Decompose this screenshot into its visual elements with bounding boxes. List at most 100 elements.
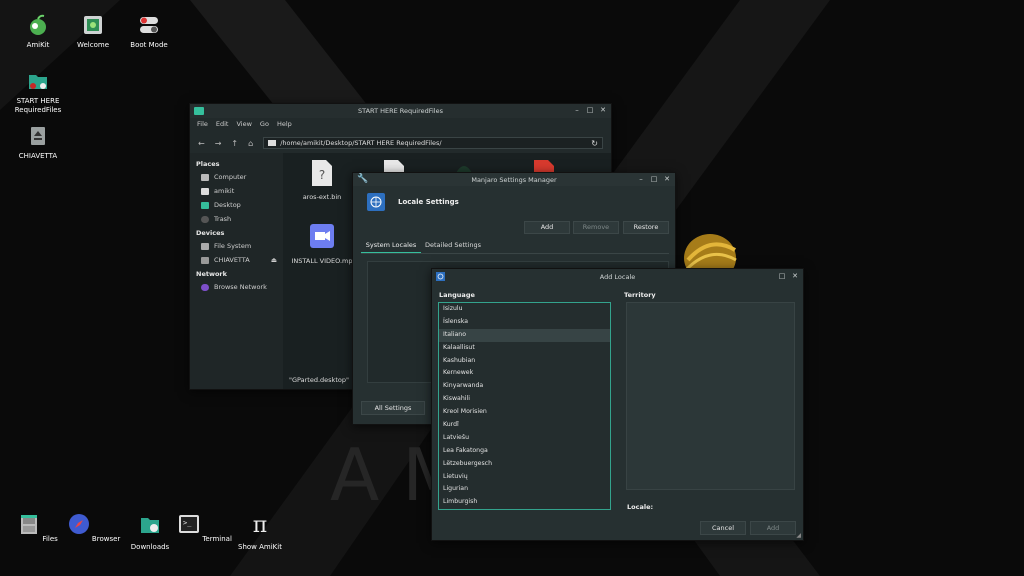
list-item[interactable]: Kiswahili [439, 393, 610, 406]
desktop-icon-boot-mode[interactable]: Boot Mode [117, 14, 181, 50]
list-item-selected[interactable]: Italiano [439, 328, 610, 342]
up-icon[interactable]: ↑ [231, 139, 238, 148]
file-cabinet-icon [21, 515, 38, 534]
desktop-icon-chiavetta[interactable]: CHIAVETTA [6, 125, 70, 161]
list-item[interactable]: Latviešu [439, 432, 610, 445]
desktop-icon-welcome[interactable]: Welcome [61, 14, 125, 50]
dock-item-files[interactable]: Files [10, 513, 66, 543]
list-item[interactable]: Kreol Morisien [439, 406, 610, 419]
locale-label: Locale: [627, 503, 654, 511]
section-title: Locale Settings [398, 198, 459, 206]
file-name: aros-ext.bin [302, 193, 342, 201]
remove-button[interactable]: Remove [573, 221, 619, 234]
minimize-icon[interactable]: – [637, 175, 645, 184]
dock-item-show-amikit[interactable]: π Show AmiKit [232, 513, 288, 551]
unknown-file-icon: ? [312, 160, 332, 186]
menu-view[interactable]: View [236, 120, 251, 128]
menu-edit[interactable]: Edit [216, 120, 229, 128]
dock-item-downloads[interactable]: Downloads [122, 513, 178, 551]
territory-list[interactable] [626, 302, 795, 490]
file-manager-titlebar[interactable]: START HERE RequiredFiles – □ ✕ [190, 104, 611, 118]
file-item[interactable]: INSTALL VIDEO.mp [289, 223, 355, 265]
dock-item-label: Terminal [202, 535, 232, 543]
sidebar-item-label: Desktop [214, 201, 241, 209]
sidebar-header-devices: Devices [196, 229, 225, 237]
language-label: Language [439, 291, 475, 299]
home-icon[interactable]: ⌂ [248, 139, 253, 148]
add-locale-dialog: Add Locale □ ✕ Language Territory Isizul… [431, 268, 804, 541]
usb-drive-icon [31, 127, 45, 145]
sidebar-item-desktop[interactable]: Desktop [190, 198, 283, 212]
list-item[interactable]: Lietuvių [439, 471, 610, 484]
add-button[interactable]: Add [524, 221, 570, 234]
folder-download-icon [141, 518, 159, 533]
sidebar-item-filesystem[interactable]: File System [190, 239, 283, 253]
maximize-icon[interactable]: □ [778, 272, 786, 281]
cancel-button[interactable]: Cancel [700, 521, 746, 535]
list-item[interactable]: Íslenska [439, 316, 610, 329]
sidebar-item-trash[interactable]: Trash [190, 212, 283, 226]
pi-icon: π [253, 513, 267, 538]
back-icon[interactable]: ← [198, 139, 205, 148]
compass-icon [68, 514, 89, 534]
close-icon[interactable]: ✕ [791, 272, 799, 281]
list-item[interactable]: Lëtzebuergesch [439, 458, 610, 471]
list-item[interactable]: Kurdî [439, 419, 610, 432]
resize-grip-icon[interactable]: ◢ [796, 532, 801, 539]
restore-button[interactable]: Restore [623, 221, 669, 234]
forward-icon[interactable]: → [215, 139, 222, 148]
list-item[interactable]: Kernewek [439, 367, 610, 380]
dock-item-browser[interactable]: Browser [66, 513, 122, 543]
tab-divider [361, 253, 669, 254]
maximize-icon[interactable]: □ [586, 106, 594, 115]
add-button[interactable]: Add [750, 521, 796, 535]
list-item[interactable]: Isizulu [439, 303, 610, 316]
minimize-icon[interactable]: – [573, 106, 581, 115]
computer-icon [201, 173, 209, 181]
list-item[interactable]: Kashubian [439, 355, 610, 368]
language-list[interactable]: Isizulu Íslenska Italiano Kalaallisut Ka… [438, 302, 611, 510]
sidebar-header-network: Network [196, 270, 227, 278]
toggle-icon [140, 17, 158, 33]
list-item[interactable]: Kinyarwanda [439, 380, 610, 393]
sidebar-item-amikit[interactable]: amikit [190, 184, 283, 198]
sidebar-item-browse-network[interactable]: Browse Network [190, 280, 283, 294]
desktop-icon-start-here[interactable]: START HERE RequiredFiles [6, 70, 70, 115]
list-item[interactable]: Kalaallisut [439, 342, 610, 355]
refresh-icon[interactable]: ↻ [591, 139, 598, 148]
home-icon [201, 187, 209, 195]
dock-item-terminal[interactable]: >_ Terminal [177, 513, 233, 543]
menu-file[interactable]: File [197, 120, 208, 128]
menubar: File Edit View Go Help [190, 118, 611, 130]
amikit-icon [30, 14, 46, 35]
tab-detailed-settings[interactable]: Detailed Settings [423, 241, 483, 253]
dock-item-label: Browser [91, 535, 121, 543]
dock-item-label: Files [42, 535, 58, 543]
sidebar-item-label: File System [214, 242, 252, 250]
file-item[interactable]: ? aros-ext.bin [297, 159, 347, 201]
location-path: /home/amikit/Desktop/START HERE Required… [280, 139, 442, 147]
window-title: Manjaro Settings Manager [471, 176, 557, 184]
location-bar[interactable]: /home/amikit/Desktop/START HERE Required… [263, 137, 603, 149]
sidebar-item-chiavetta[interactable]: CHIAVETTA ⏏ [190, 253, 283, 267]
settings-titlebar[interactable]: 🔧 Manjaro Settings Manager – □ ✕ [353, 173, 675, 186]
all-settings-button[interactable]: All Settings [361, 401, 425, 415]
window-title: Add Locale [599, 273, 636, 281]
list-item[interactable]: Ligurian [439, 483, 610, 496]
sidebar-item-computer[interactable]: Computer [190, 170, 283, 184]
menu-help[interactable]: Help [277, 120, 292, 128]
close-icon[interactable]: ✕ [599, 106, 607, 115]
eject-icon[interactable]: ⏏ [271, 256, 277, 264]
list-item[interactable]: Lea Fakatonga [439, 445, 610, 458]
folder-icon [268, 140, 277, 146]
close-icon[interactable]: ✕ [663, 175, 671, 184]
svg-text:π: π [253, 513, 267, 535]
maximize-icon[interactable]: □ [650, 175, 658, 184]
menu-go[interactable]: Go [260, 120, 269, 128]
add-locale-titlebar[interactable]: Add Locale □ ✕ [432, 269, 803, 284]
list-item[interactable]: Limburgish [439, 496, 610, 509]
tab-system-locales[interactable]: System Locales [361, 241, 421, 253]
globe-icon [367, 193, 385, 211]
drive-icon [201, 242, 209, 250]
file-name: INSTALL VIDEO.mp [291, 257, 353, 265]
